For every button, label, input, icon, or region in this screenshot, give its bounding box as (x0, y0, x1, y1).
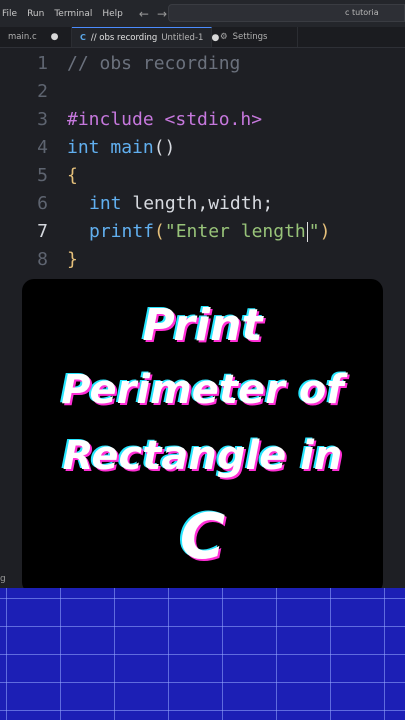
menu-file[interactable]: File (2, 9, 17, 19)
overlay-line-2: Perimeter of (61, 367, 344, 413)
code-token: printf (89, 221, 155, 242)
tab-main-c[interactable]: main.c ● (0, 27, 72, 47)
line-number: 2 (37, 81, 48, 102)
title-overlay: Print Perimeter of Rectangle in C (22, 279, 383, 594)
line-number: 3 (37, 109, 48, 130)
code-line[interactable]: 4 int main() (0, 134, 405, 162)
code-line[interactable]: 6 int length,width; (0, 190, 405, 218)
code-token: int (89, 193, 133, 214)
overlay-line-3: Rectangle in (62, 433, 343, 479)
text-cursor (306, 222, 308, 242)
code-token: "Enter length (164, 221, 306, 242)
line-number: 1 (37, 53, 48, 74)
code-text: int length,width; (89, 190, 273, 218)
code-line[interactable]: 1 // obs recording (0, 50, 405, 78)
code-text: { (67, 162, 78, 190)
code-token: () (153, 137, 176, 158)
code-token: } (67, 249, 78, 270)
grid-background (0, 588, 405, 720)
code-line[interactable]: 7 printf("Enter length ") (0, 218, 405, 246)
code-token: length,width; (132, 193, 274, 214)
settings-icon: ⚙ (220, 32, 228, 42)
code-text: printf("Enter length ") (89, 218, 330, 246)
line-number: 5 (37, 165, 48, 186)
forward-arrow-icon[interactable]: → (157, 7, 167, 21)
c-file-icon: C (80, 33, 86, 42)
menu-bar: File Run Terminal Help ← → c tutoria (0, 0, 405, 27)
code-line[interactable]: 8} (0, 246, 405, 274)
back-arrow-icon[interactable]: ← (139, 7, 149, 21)
code-token: ( (154, 221, 165, 242)
tab-subtitle: Untitled-1 (161, 32, 204, 43)
code-line[interactable]: 5{ (0, 162, 405, 190)
tab-settings[interactable]: ⚙ Settings (212, 27, 298, 47)
tab-label: // obs recording (90, 32, 158, 43)
overlay-line-4: C (179, 500, 226, 573)
menu-run[interactable]: Run (27, 9, 44, 19)
code-token: #include <stdio.h> (67, 109, 263, 130)
command-search-box[interactable]: c tutoria (168, 4, 405, 22)
code-text: #include <stdio.h> (67, 106, 262, 134)
code-token: main (110, 137, 154, 158)
code-token: ) (319, 221, 331, 242)
menu-terminal[interactable]: Terminal (54, 9, 92, 19)
code-text: } (67, 246, 78, 274)
code-text: // obs recording (67, 50, 240, 78)
line-number: 8 (37, 249, 48, 270)
code-line[interactable]: 3 #include <stdio.h> (0, 106, 405, 134)
overlay-line-1: Print (142, 300, 263, 351)
menu-help[interactable]: Help (102, 9, 123, 19)
code-line[interactable]: 2 (0, 78, 405, 106)
search-text: c tutoria (345, 8, 379, 17)
line-number: 7 (37, 221, 48, 242)
line-number: 4 (37, 137, 48, 158)
gutter-glyph: g (0, 574, 6, 584)
code-text: int main() (67, 134, 175, 162)
tab-bar: main.c ● C // obs recording Untitled-1 ●… (0, 27, 405, 48)
code-token: " (308, 221, 320, 242)
tab-label: main.c (8, 32, 37, 42)
code-token: { (67, 165, 78, 186)
code-token: // obs recording (67, 53, 241, 74)
tab-label: Settings (232, 32, 268, 42)
unsaved-dot-icon[interactable]: ● (51, 32, 59, 42)
line-number: 6 (37, 193, 48, 214)
tab-obs-recording[interactable]: C // obs recording Untitled-1 ● (72, 27, 219, 47)
code-token: int (67, 137, 111, 158)
